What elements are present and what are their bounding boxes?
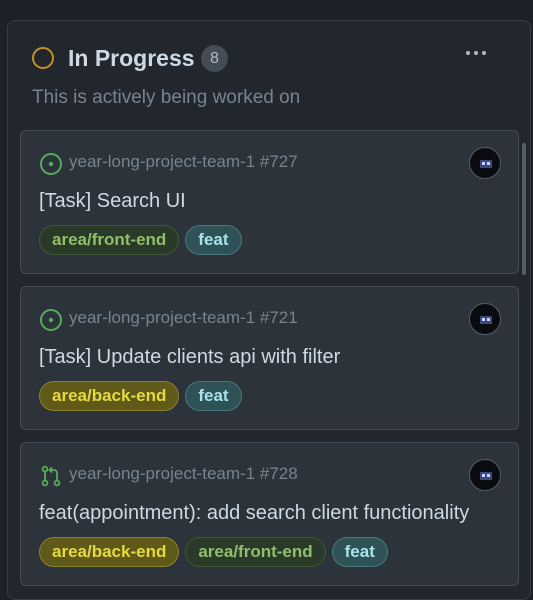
kebab-dot-icon <box>474 51 478 55</box>
in-progress-status-icon <box>32 47 54 69</box>
issue-open-icon <box>40 309 62 331</box>
label-feat[interactable]: feat <box>185 381 242 411</box>
issue-open-icon <box>40 153 62 175</box>
assignee-avatar[interactable] <box>469 459 501 491</box>
label-list: area/back-end feat <box>39 381 242 411</box>
pull-request-card[interactable]: year-long-project-team-1 #728 feat(appoi… <box>20 442 519 586</box>
avatar-image-icon <box>480 472 492 480</box>
label-area-front-end[interactable]: area/front-end <box>185 537 326 567</box>
column-more-options-button[interactable] <box>460 41 492 65</box>
label-list: area/front-end feat <box>39 225 242 255</box>
item-count-badge: 8 <box>201 45 228 72</box>
issue-title[interactable]: [Task] Update clients api with filter <box>39 346 340 369</box>
avatar-image-icon <box>480 316 492 324</box>
label-feat[interactable]: feat <box>331 537 388 567</box>
label-area-back-end[interactable]: area/back-end <box>39 537 180 567</box>
issue-reference-link[interactable]: year-long-project-team-1 #727 <box>69 152 298 172</box>
label-list: area/back-end area/front-end feat <box>39 537 388 567</box>
column-scrollbar[interactable] <box>522 143 526 275</box>
label-area-back-end[interactable]: area/back-end <box>39 381 180 411</box>
avatar-image-icon <box>480 160 492 168</box>
label-area-front-end[interactable]: area/front-end <box>39 225 180 255</box>
pull-request-reference-link[interactable]: year-long-project-team-1 #728 <box>69 464 298 484</box>
kebab-dot-icon <box>466 51 470 55</box>
assignee-avatar[interactable] <box>469 303 501 335</box>
pull-request-title[interactable]: feat(appointment): add search client fun… <box>39 502 469 525</box>
label-feat[interactable]: feat <box>185 225 242 255</box>
issue-reference-link[interactable]: year-long-project-team-1 #721 <box>69 308 298 328</box>
column-title: In Progress <box>68 45 195 71</box>
pull-request-icon <box>41 465 61 487</box>
assignee-avatar[interactable] <box>469 147 501 179</box>
kebab-dot-icon <box>482 51 486 55</box>
issue-card[interactable]: year-long-project-team-1 #727 [Task] Sea… <box>20 130 519 274</box>
column-description: This is actively being worked on <box>32 87 301 108</box>
column-header: In Progress 8 This is actively being wor… <box>8 21 530 129</box>
issue-card[interactable]: year-long-project-team-1 #721 [Task] Upd… <box>20 286 519 430</box>
issue-title[interactable]: [Task] Search UI <box>39 190 186 213</box>
board-column-in-progress: In Progress 8 This is actively being wor… <box>7 20 531 600</box>
